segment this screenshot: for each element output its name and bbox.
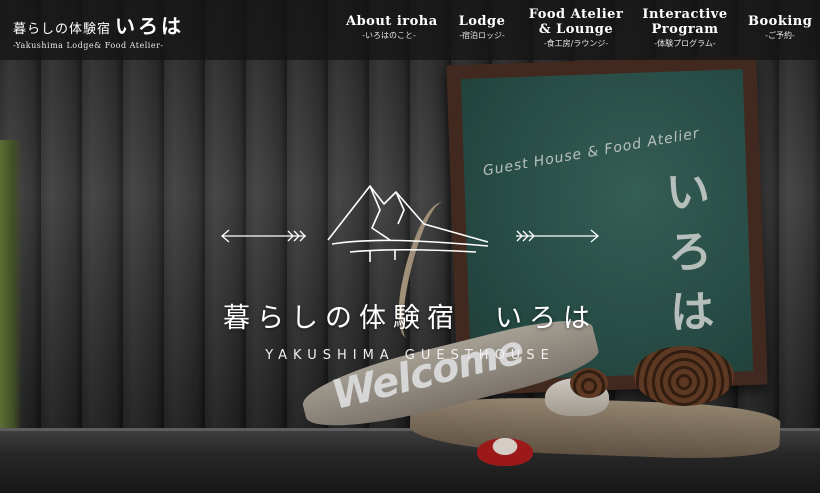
- brand-subtitle: -Yakushima Lodge& Food Atelier-: [13, 41, 164, 50]
- nav-booking[interactable]: Booking -ご予約-: [748, 14, 812, 41]
- nav-about[interactable]: About iroha -いろはのこと-: [346, 14, 438, 41]
- nav-program-label: Interactive Program: [642, 7, 728, 37]
- nav-about-label: About iroha: [346, 14, 438, 29]
- hero-logo: 暮らしの体験宿 いろは YAKUSHIMA GUESTHOUSE: [220, 180, 600, 380]
- arrow-right-icon: [516, 229, 599, 243]
- arrow-left-icon: [221, 229, 306, 243]
- hero-image: Guest House & Food Atelier いろは Welcome 暮…: [0, 0, 820, 493]
- nav-booking-label: Booking: [748, 14, 813, 29]
- mountain-logo-icon: [327, 185, 489, 262]
- nav-food-atelier[interactable]: Food Atelier & Lounge -食工房/ラウンジ-: [528, 7, 624, 49]
- nav-food-atelier-label: Food Atelier & Lounge: [528, 7, 624, 37]
- brand-logo[interactable]: 暮らしの体験宿 いろは -Yakushima Lodge& Food Atelie…: [13, 10, 184, 50]
- nav-lodge-label: Lodge: [458, 14, 506, 29]
- site-header: 暮らしの体験宿 いろは -Yakushima Lodge& Food Atelie…: [0, 0, 820, 60]
- nav-food-atelier-sub: -食工房/ラウンジ-: [543, 39, 609, 48]
- nav-program-sub: -体験プログラム-: [654, 39, 716, 48]
- brand-title-kana: いろは: [115, 14, 185, 38]
- nav-booking-sub: -ご予約-: [765, 31, 795, 40]
- logo-title: 暮らしの体験宿 いろは: [223, 303, 597, 334]
- nav-lodge-sub: -宿泊ロッジ-: [459, 31, 505, 40]
- brand-title: 暮らしの体験宿: [13, 22, 112, 37]
- logo-subtitle: YAKUSHIMA GUESTHOUSE: [265, 348, 555, 363]
- nav-lodge[interactable]: Lodge -宿泊ロッジ-: [455, 14, 509, 41]
- nav-about-sub: -いろはのこと-: [362, 31, 416, 40]
- nav-interactive-program[interactable]: Interactive Program -体験プログラム-: [642, 7, 728, 49]
